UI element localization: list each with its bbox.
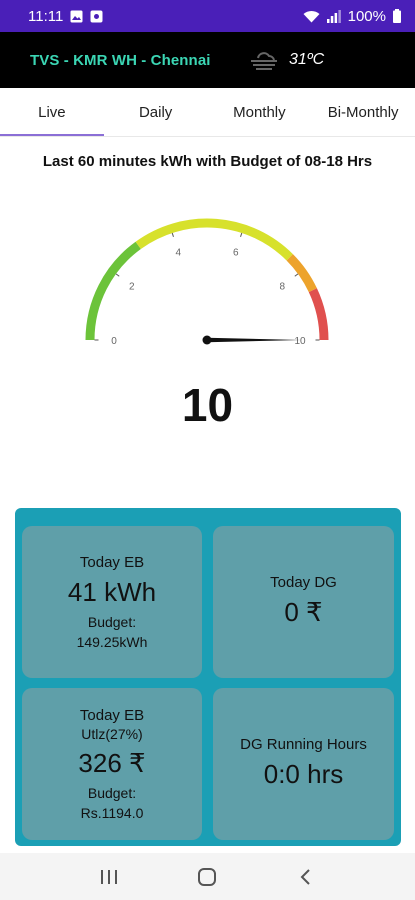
status-left: 11:11 <box>28 8 103 25</box>
gallery-icon <box>70 10 83 23</box>
gauge-tick-label-1: 2 <box>129 281 135 292</box>
gauge-tick-label-2: 4 <box>175 248 181 259</box>
live-heading: Last 60 minutes kWh with Budget of 08-18… <box>42 153 373 170</box>
battery-percent: 100% <box>347 7 386 25</box>
gauge-value: 10 <box>181 379 234 431</box>
today-eb-kwh-value: 41 kWh <box>67 576 157 607</box>
gauge-band-2 <box>286 254 317 293</box>
summary-cards-panel: Today EB 41 kWh Budget: 149.25kWh Today … <box>15 508 401 846</box>
tab-bar: Live Daily Monthly Bi-Monthly <box>0 88 415 136</box>
today-eb-cost-budget-value: Rs.1194.0 <box>80 804 144 821</box>
dg-hours-value: 0:0 hrs <box>263 758 344 789</box>
back-icon[interactable] <box>286 857 326 897</box>
today-eb-label: Today EB <box>79 553 145 571</box>
today-eb-cost-budget-label: Budget: <box>87 784 137 801</box>
today-eb-utilization: Utlz(27%) <box>81 725 143 742</box>
tab-monthly[interactable]: Monthly <box>208 88 312 136</box>
gauge-tick-label-5: 10 <box>294 336 306 347</box>
today-eb-cost-card[interactable]: Today EB Utlz(27%) 326 ₹ Budget: Rs.1194… <box>22 688 202 840</box>
today-eb-cost-value: 326 ₹ <box>78 747 146 778</box>
gauge-tick-label-0: 0 <box>111 336 117 347</box>
status-right: 100% <box>303 8 401 25</box>
app-bar: TVS - KMR WH - Chennai 31ºC <box>0 32 415 88</box>
gauge-band-1 <box>135 218 293 261</box>
kwh-gauge: 0 2 4 6 8 10 <box>85 218 329 347</box>
signal-icon <box>326 9 341 23</box>
status-time: 11:11 <box>28 7 64 25</box>
tab-live[interactable]: Live <box>0 88 104 136</box>
today-eb-budget-label: Budget: <box>87 613 137 630</box>
tab-daily[interactable]: Daily <box>104 88 208 136</box>
gauge-needle-pivot <box>202 335 212 345</box>
tabs-divider <box>0 136 415 137</box>
tab-bi-monthly[interactable]: Bi-Monthly <box>311 88 415 136</box>
gauge-tick-1 <box>115 273 120 277</box>
dg-hours-label: DG Running Hours <box>240 735 367 753</box>
recent-apps-icon[interactable] <box>89 857 129 897</box>
wifi-icon <box>303 10 320 23</box>
gauge-band-3 <box>308 288 329 341</box>
site-title: TVS - KMR WH - Chennai <box>30 51 211 69</box>
today-dg-value: 0 ₹ <box>284 596 323 627</box>
today-dg-label: Today DG <box>270 573 337 591</box>
today-eb-cost-label: Today EB <box>79 706 145 724</box>
battery-icon <box>393 9 401 23</box>
gauge-band-0 <box>85 241 141 341</box>
today-eb-budget-value: 149.25kWh <box>76 633 148 650</box>
gauge-needle <box>207 337 301 343</box>
today-eb-energy-card[interactable]: Today EB 41 kWh Budget: 149.25kWh <box>22 526 202 678</box>
gauge-tick-3 <box>240 232 243 237</box>
temperature: 31ºC <box>289 51 325 68</box>
gauge-tick-4 <box>294 273 299 277</box>
today-dg-card[interactable]: Today DG 0 ₹ <box>213 526 394 678</box>
fog-icon <box>249 50 279 75</box>
status-bar: 11:11 100% <box>0 0 415 32</box>
dg-running-hours-card[interactable]: DG Running Hours 0:0 hrs <box>213 688 394 840</box>
system-nav-bar <box>0 853 415 900</box>
app-notification-icon <box>90 10 103 23</box>
gauge-tick-label-3: 6 <box>233 248 239 259</box>
home-icon[interactable] <box>187 857 227 897</box>
gauge-tick-2 <box>171 232 174 237</box>
gauge-tick-label-4: 8 <box>279 281 285 292</box>
